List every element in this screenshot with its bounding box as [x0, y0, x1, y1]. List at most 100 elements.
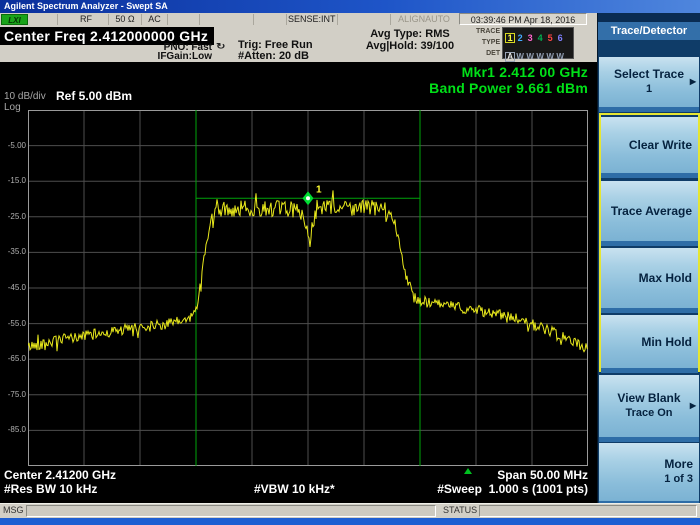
marker-frequency-readout: Mkr1 2.412 00 GHz [429, 64, 588, 80]
button-label: Max Hold [601, 271, 692, 285]
measurement-header: Center Freq 2.412000000 GHz PNO: Fast IF… [0, 26, 597, 62]
align-status: ALIGNAUTO [394, 13, 454, 26]
button-state: Trace On [599, 407, 699, 419]
instrument-status-bar: LXI RF 50 Ω AC SENSE:INT ALIGNAUTO 03:39… [0, 13, 597, 27]
divider [390, 14, 391, 25]
ref-level-label: Ref 5.00 dBm [56, 89, 132, 103]
button-value: 1 [599, 83, 699, 95]
register-glyph: W [525, 52, 535, 62]
menu-title: Trace/Detector [598, 22, 700, 40]
register-glyph: 3 [525, 33, 535, 43]
marker-1-label: 1 [316, 184, 322, 195]
trace-mode-radio-group: Clear Write Trace Average Max Hold Min H… [599, 113, 700, 372]
vbw-annotation: #VBW 10 kHz* [254, 482, 335, 496]
register-glyph: W [555, 52, 565, 62]
amplitude-tick-label: -15.0 [0, 176, 26, 185]
register-glyph: W [535, 52, 545, 62]
register-glyph: 2 [515, 33, 525, 43]
divider [286, 14, 287, 25]
trace-numbers-row: 123456 [505, 28, 571, 46]
amplitude-tick-label: -35.0 [0, 247, 26, 256]
amplitude-tick-label: -45.0 [0, 283, 26, 292]
marker-center-dot [306, 196, 310, 200]
message-status-bar: MSG STATUS [0, 503, 700, 519]
amplitude-tick-label: -85.0 [0, 425, 26, 434]
pno-ifgain-block: PNO: Fast IFGain:Low [130, 43, 212, 61]
divider [167, 14, 168, 25]
button-label: Clear Write [601, 138, 692, 152]
span-annotation: Span 50.00 MHz [497, 468, 588, 482]
datetime-display: 03:39:46 PM Apr 18, 2016 [459, 13, 587, 25]
divider [57, 14, 58, 25]
status-label: STATUS [443, 505, 477, 515]
lxi-badge: LXI [1, 14, 28, 25]
det-row-label: DET [476, 49, 500, 60]
register-glyph: 1 [505, 33, 515, 43]
view-blank-button[interactable]: View Blank Trace On ▶ [599, 375, 699, 437]
sweep-annotation: #Sweep 1.000 s (1001 pts) [437, 482, 588, 496]
avg-hold-status: Avg|Hold: 39/100 [345, 41, 475, 53]
register-glyph: 5 [545, 33, 555, 43]
button-label: View Blank [599, 391, 699, 405]
submenu-arrow-icon: ▶ [690, 401, 696, 410]
avg-type-status: Avg Type: RMS [345, 29, 475, 41]
amplitude-tick-label: -65.0 [0, 354, 26, 363]
trig-atten-block: Trig: Free Run #Atten: 20 dB [238, 40, 313, 62]
atten-status: #Atten: 20 dB [238, 51, 313, 62]
trace-register-labels: TRACE TYPE DET [476, 27, 500, 59]
log-scale-label: Log [4, 102, 21, 113]
rbw-annotation: #Res BW 10 kHz [4, 482, 97, 496]
divider [337, 14, 338, 25]
button-label: Select Trace [599, 67, 699, 81]
register-glyph: 4 [535, 33, 545, 43]
min-hold-button[interactable]: Min Hold [601, 315, 698, 368]
register-glyph: W [515, 52, 525, 62]
coupling-status: AC [143, 13, 166, 26]
register-glyph: 6 [555, 33, 565, 43]
rf-status: RF [66, 13, 106, 26]
divider [141, 14, 142, 25]
graticule-and-trace-plot: 1 [28, 110, 588, 466]
submenu-arrow-icon: ▶ [690, 77, 696, 86]
register-glyph: W [545, 52, 555, 62]
scale-per-div-label: 10 dB/div [4, 91, 46, 102]
trace-average-button[interactable]: Trace Average [601, 181, 698, 241]
message-field [26, 505, 436, 517]
bottom-blue-strip [0, 518, 700, 525]
button-page: 1 of 3 [599, 473, 693, 485]
select-trace-button[interactable]: Select Trace 1 ▶ [599, 57, 699, 107]
band-power-readout: Band Power 9.661 dBm [429, 80, 588, 96]
trace-row-label: TRACE [476, 27, 500, 38]
amplitude-tick-label: -25.0 [0, 212, 26, 221]
window-title-bar: Agilent Spectrum Analyzer - Swept SA [0, 0, 700, 13]
continuous-sweep-loop-icon: ↻ [216, 42, 225, 52]
amplitude-tick-label: -55.0 [0, 319, 26, 328]
type-row-label: TYPE [476, 38, 500, 49]
spectrum-display: Mkr1 2.412 00 GHz Band Power 9.661 dBm 1… [0, 62, 597, 503]
clear-write-button[interactable]: Clear Write [601, 117, 698, 173]
sweep-position-caret-icon [464, 468, 472, 474]
trace-register-values: 123456 AWWWWW ANNNNN [502, 27, 574, 59]
divider [108, 14, 109, 25]
register-glyph: A [505, 52, 515, 62]
amplitude-tick-label: -5.00 [0, 141, 26, 150]
sense-status: SENSE:INT [288, 13, 334, 26]
average-block: Avg Type: RMS Avg|Hold: 39/100 [345, 29, 475, 52]
trace-register: TRACE TYPE DET 123456 AWWWWW ANNNNN [476, 27, 574, 59]
impedance-status: 50 Ω [110, 13, 140, 26]
button-label: Trace Average [601, 204, 692, 218]
marker-readout: Mkr1 2.412 00 GHz Band Power 9.661 dBm [429, 64, 588, 96]
divider [253, 14, 254, 25]
softkey-menu-panel: Trace/Detector Select Trace 1 ▶ Clear Wr… [597, 13, 700, 503]
divider [199, 14, 200, 25]
ifgain-status: IFGain:Low [130, 52, 212, 61]
amplitude-tick-label: -75.0 [0, 390, 26, 399]
spectrum-analyzer-screen: Agilent Spectrum Analyzer - Swept SA LXI… [0, 0, 700, 525]
status-field [479, 505, 697, 517]
center-freq-annotation: Center 2.41200 GHz [4, 468, 116, 482]
more-button[interactable]: More 1 of 3 [599, 443, 699, 501]
max-hold-button[interactable]: Max Hold [601, 248, 698, 308]
menu-top-band [598, 13, 700, 22]
button-label: More [599, 457, 693, 471]
button-label: Min Hold [601, 335, 692, 349]
